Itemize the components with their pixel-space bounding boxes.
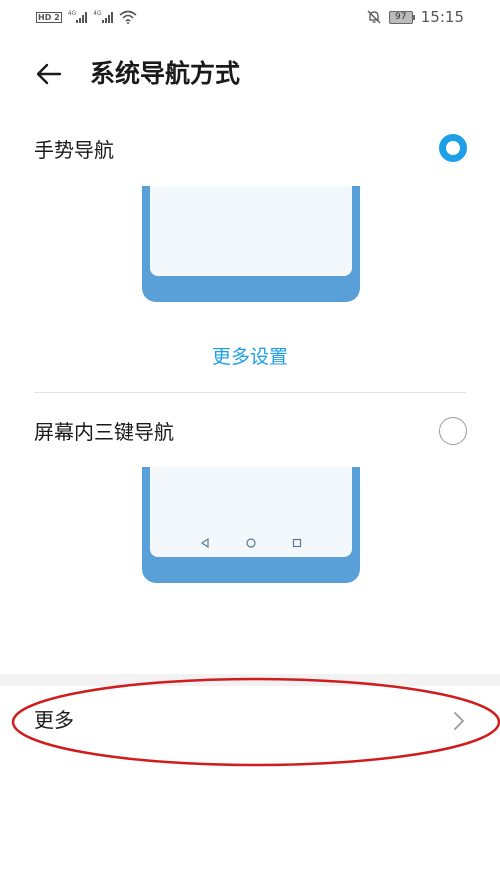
triangle-back-icon bbox=[200, 537, 209, 549]
status-right: 97 15:15 bbox=[367, 8, 464, 26]
wifi-icon bbox=[119, 10, 137, 24]
arrow-left-icon[interactable] bbox=[32, 56, 68, 92]
page-title: 系统导航方式 bbox=[90, 59, 241, 88]
gesture-preview-image bbox=[142, 186, 360, 302]
more-settings-link[interactable]: 更多设置 bbox=[0, 343, 500, 371]
battery-icon: 97 bbox=[388, 10, 415, 24]
square-recent-icon bbox=[292, 538, 302, 548]
option-three-key-label[interactable]: 屏幕内三键导航 bbox=[34, 418, 174, 446]
status-time: 15:15 bbox=[420, 8, 464, 26]
radio-three-key[interactable] bbox=[439, 417, 467, 445]
divider bbox=[34, 392, 466, 393]
mute-bell-icon bbox=[367, 10, 381, 24]
three-key-preview-image bbox=[142, 467, 360, 583]
section-separator bbox=[0, 674, 500, 686]
signal-icon: 4G bbox=[68, 11, 88, 23]
more-row[interactable]: 更多 bbox=[0, 686, 500, 756]
chevron-right-icon bbox=[454, 712, 464, 730]
radio-gesture-selected[interactable] bbox=[439, 134, 467, 162]
circle-home-icon bbox=[246, 538, 256, 548]
hd-badge: HD 2 bbox=[36, 11, 62, 23]
nav-keys bbox=[150, 537, 352, 549]
status-bar: HD 2 4G 4G 97 15:15 bbox=[0, 0, 500, 34]
more-label: 更多 bbox=[34, 708, 74, 732]
signal-icon: 4G bbox=[93, 11, 113, 23]
status-left: HD 2 4G 4G bbox=[36, 9, 137, 25]
option-gesture-label[interactable]: 手势导航 bbox=[34, 136, 114, 164]
